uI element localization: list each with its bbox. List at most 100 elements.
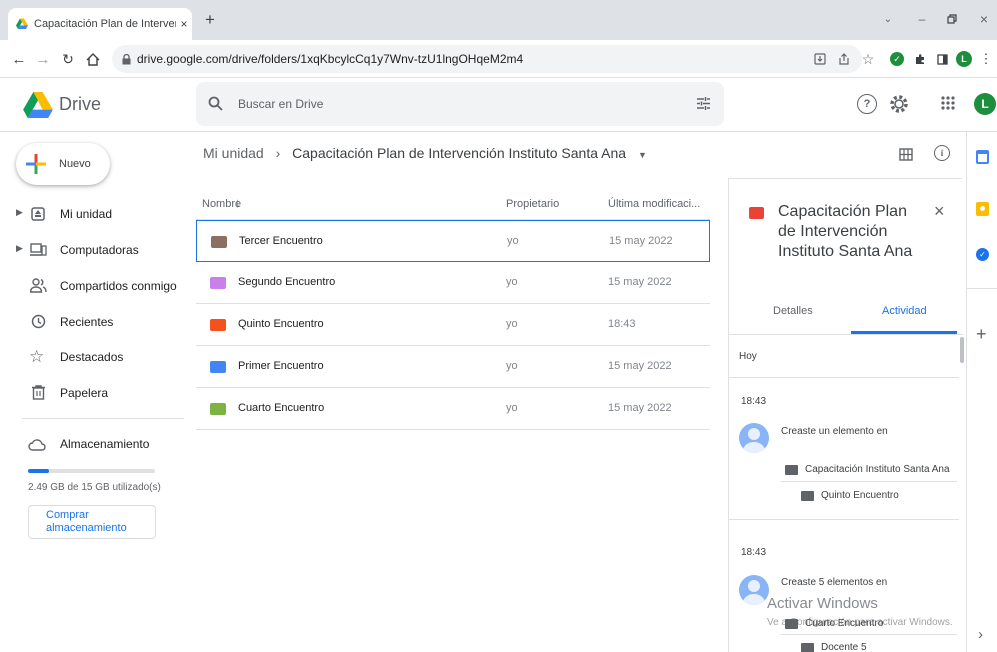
breadcrumb-current[interactable]: Capacitación Plan de Intervención Instit…: [292, 145, 626, 161]
folder-icon: [801, 491, 814, 501]
file-modified: 18:43: [608, 318, 636, 330]
table-row[interactable]: Segundo Encuentro yo 15 may 2022: [196, 262, 710, 304]
folder-icon: [210, 403, 226, 415]
panel-title: Capacitación Plan de Intervención Instit…: [778, 202, 912, 262]
computer-icon: [30, 243, 47, 256]
buy-storage-label-line2: almacenamiento: [46, 522, 127, 534]
tab-search-chevron-icon[interactable]: ⌄: [880, 10, 896, 28]
expand-arrow-icon[interactable]: ▶: [16, 207, 23, 218]
column-owner[interactable]: Propietario: [506, 198, 559, 210]
side-panel-icon[interactable]: [934, 50, 950, 68]
activity-divider: [781, 481, 957, 482]
sidebar-item-recientes[interactable]: Recientes: [0, 306, 184, 338]
help-icon[interactable]: ?: [857, 94, 877, 114]
sidebar-item-almacenamiento[interactable]: Almacenamiento: [0, 428, 184, 460]
settings-gear-icon[interactable]: [888, 93, 910, 115]
drive-icon: [31, 207, 45, 221]
extension-check-icon[interactable]: ✓: [890, 52, 904, 66]
home-icon[interactable]: [84, 49, 102, 69]
grid-view-icon[interactable]: [899, 148, 913, 161]
buy-storage-label-line1: Comprar: [46, 509, 89, 521]
search-options-icon[interactable]: [696, 96, 711, 111]
file-owner: yo: [506, 276, 518, 288]
group-divider: [729, 519, 959, 520]
file-name: Tercer Encuentro: [239, 235, 323, 247]
table-row[interactable]: Cuarto Encuentro yo 15 may 2022: [196, 388, 710, 430]
panel-scrollbar[interactable]: [960, 337, 964, 363]
breadcrumb-root[interactable]: Mi unidad: [203, 145, 264, 161]
user-avatar-icon: [739, 575, 769, 605]
lock-icon: [122, 53, 131, 64]
rail-divider: [967, 288, 997, 289]
restore-icon[interactable]: [944, 10, 960, 28]
sidebar-item-mi-unidad[interactable]: ▶ Mi unidad: [0, 198, 184, 230]
sidebar-item-computadoras[interactable]: ▶ Computadoras: [0, 234, 184, 266]
address-text: drive.google.com/drive/folders/1xqKbcylc…: [137, 52, 524, 66]
sidebar-item-papelera[interactable]: Papelera: [0, 377, 184, 409]
folder-icon: [749, 207, 764, 219]
bookmark-star-icon[interactable]: ☆: [860, 50, 876, 68]
back-icon[interactable]: ←: [10, 49, 28, 69]
sidebar-item-compartidos[interactable]: Compartidos conmigo: [0, 270, 184, 302]
file-name: Cuarto Encuentro: [238, 402, 325, 414]
search-icon[interactable]: [208, 96, 223, 111]
file-name: Segundo Encuentro: [238, 276, 336, 288]
tab-activity[interactable]: Actividad: [882, 305, 927, 317]
expand-arrow-icon[interactable]: ▶: [16, 243, 23, 254]
activity-item[interactable]: Quinto Encuentro: [821, 490, 899, 501]
activity-item[interactable]: Docente 5: [821, 642, 867, 652]
close-panel-icon[interactable]: ×: [934, 201, 945, 222]
info-icon[interactable]: i: [934, 145, 950, 161]
table-row[interactable]: Tercer Encuentro yo 15 may 2022: [196, 220, 710, 262]
calendar-app-icon[interactable]: [976, 150, 989, 164]
new-tab-button[interactable]: +: [200, 10, 220, 30]
minimize-icon[interactable]: –: [914, 10, 930, 28]
folder-icon: [211, 236, 227, 248]
close-tab-icon[interactable]: ×: [176, 17, 192, 31]
activity-time: 18:43: [741, 547, 767, 558]
file-name: Primer Encuentro: [238, 360, 324, 372]
storage-used-text: 2.49 GB de 15 GB utilizado(s): [28, 482, 161, 493]
activity-folder[interactable]: Capacitación Instituto Santa Ana: [805, 464, 950, 475]
address-bar[interactable]: drive.google.com/drive/folders/1xqKbcylc…: [112, 45, 862, 73]
folder-icon: [210, 277, 226, 289]
group-divider: [729, 377, 959, 378]
sidebar-item-label: Recientes: [60, 315, 114, 329]
details-panel: Capacitación Plan de Intervención Instit…: [728, 178, 964, 652]
browser-menu-icon[interactable]: ⋮: [980, 50, 993, 68]
panel-title-line1: Capacitación Plan: [778, 203, 907, 220]
share-icon[interactable]: [836, 50, 852, 68]
table-row[interactable]: Quinto Encuentro yo 18:43: [196, 304, 710, 346]
new-button[interactable]: Nuevo: [16, 143, 110, 185]
account-avatar[interactable]: L: [974, 93, 996, 115]
app-window: Capacitación Plan de Intervenció × + ⌄ –…: [0, 0, 997, 652]
keep-app-icon[interactable]: [976, 202, 989, 216]
tasks-app-icon[interactable]: ✓: [976, 248, 989, 261]
new-button-label: Nuevo: [59, 158, 91, 170]
sidebar-item-destacados[interactable]: ☆ Destacados: [0, 341, 184, 373]
browser-tab[interactable]: Capacitación Plan de Intervenció ×: [8, 8, 192, 40]
panel-title-line3: Instituto Santa Ana: [778, 243, 913, 260]
table-row[interactable]: Primer Encuentro yo 15 may 2022: [196, 346, 710, 388]
list-header: Nombre ↓ Propietario Última modificaci..…: [196, 178, 710, 220]
forward-icon[interactable]: →: [34, 49, 52, 69]
side-rail: ✓ + ›: [966, 132, 997, 652]
expand-rail-icon[interactable]: ›: [978, 626, 983, 643]
install-app-icon[interactable]: [812, 50, 828, 68]
add-addon-icon[interactable]: +: [976, 324, 987, 345]
search-box[interactable]: Buscar en Drive: [196, 82, 724, 126]
column-modified[interactable]: Última modificaci...: [608, 198, 700, 210]
file-modified: 15 may 2022: [609, 235, 673, 247]
activity-text: Creaste 5 elementos en: [781, 577, 888, 588]
sort-arrow-icon[interactable]: ↓: [234, 195, 241, 210]
drive-logo-icon: [23, 92, 53, 118]
profile-avatar[interactable]: L: [956, 51, 972, 67]
breadcrumb-dropdown-icon[interactable]: ▼: [638, 150, 647, 160]
tab-details[interactable]: Detalles: [773, 305, 813, 317]
file-owner: yo: [506, 402, 518, 414]
buy-storage-button[interactable]: Comprar almacenamiento: [28, 505, 156, 539]
extensions-puzzle-icon[interactable]: [912, 50, 928, 68]
apps-grid-icon[interactable]: [941, 96, 955, 110]
reload-icon[interactable]: ↻: [59, 49, 77, 69]
close-window-icon[interactable]: ×: [976, 10, 992, 28]
